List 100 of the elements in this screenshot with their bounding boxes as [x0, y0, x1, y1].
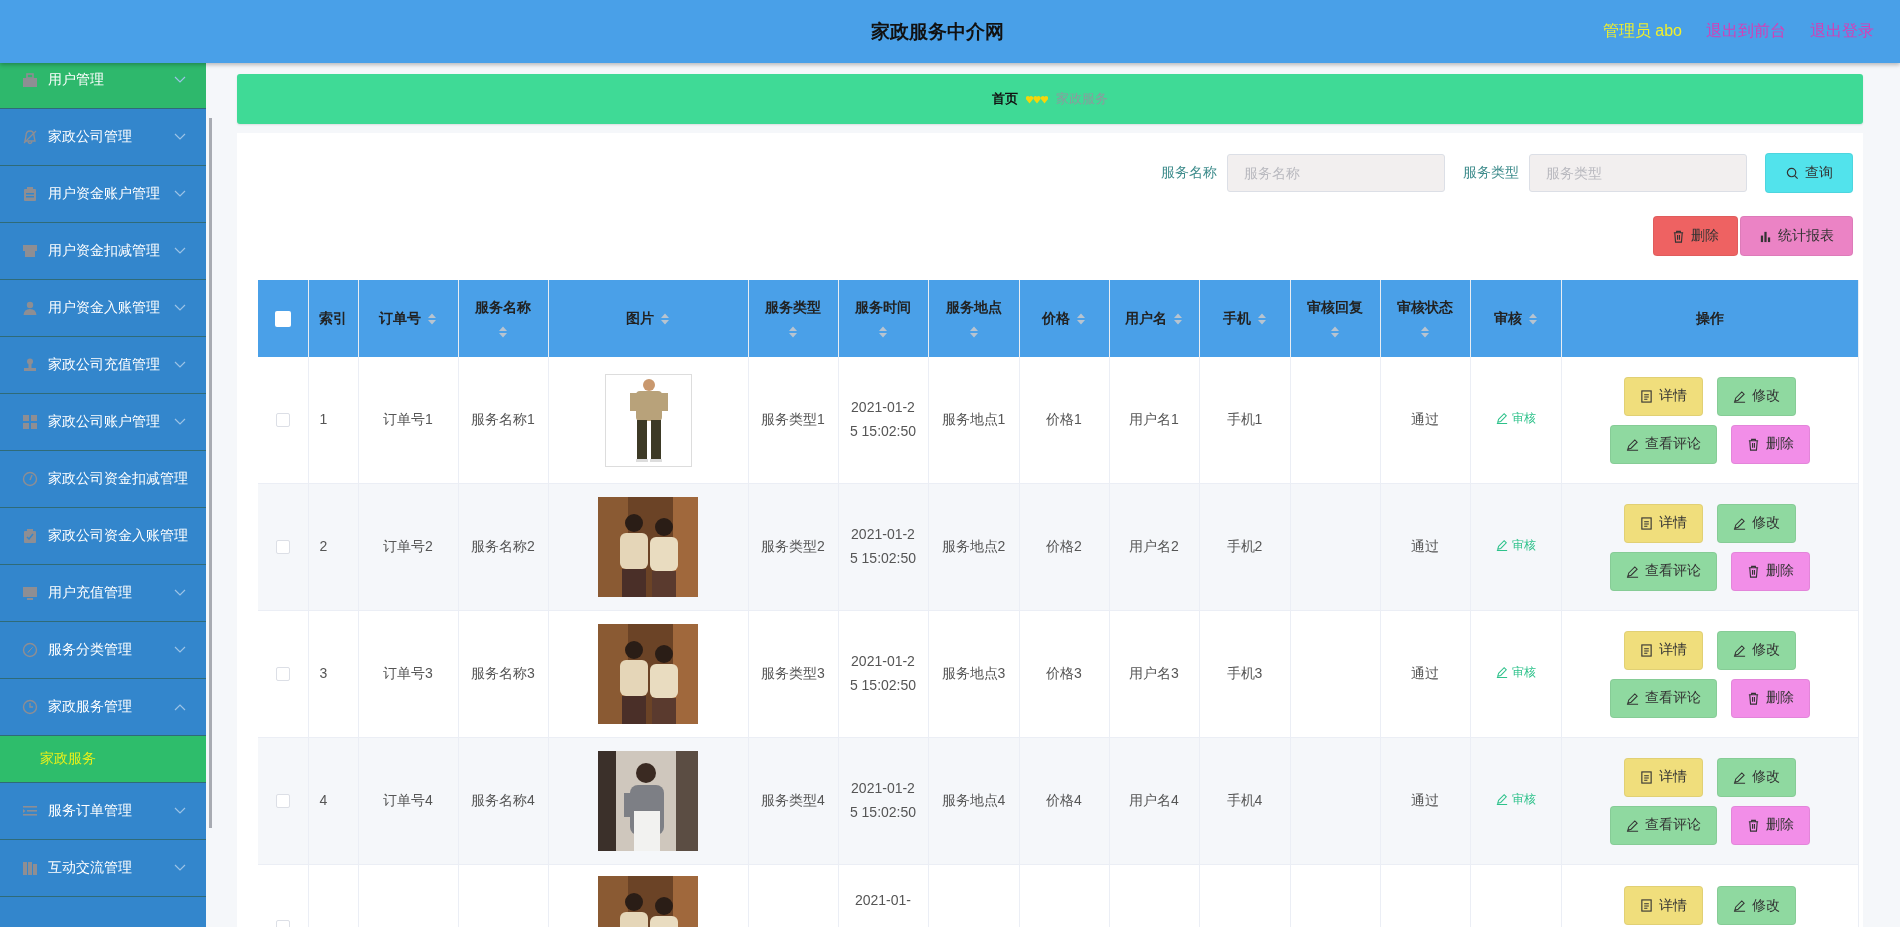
pencil-icon — [1732, 516, 1746, 530]
edit-button[interactable]: 修改 — [1716, 757, 1796, 797]
table-cell: 价格1 — [1046, 411, 1082, 428]
review-link[interactable]: 审核 — [1495, 535, 1536, 556]
table-cell: 服务类型1 — [761, 411, 825, 428]
sort-icon — [498, 324, 508, 339]
details-button[interactable]: 详情 — [1623, 503, 1703, 543]
details-button[interactable]: 详情 — [1623, 757, 1703, 797]
table-cell: 服务名称4 — [471, 792, 535, 809]
review-link[interactable]: 审核 — [1495, 662, 1536, 683]
sidebar-item[interactable]: 家政公司资金入账管理 — [0, 508, 206, 565]
comments-button[interactable]: 查看评论 — [1609, 678, 1717, 718]
pencil-icon — [1732, 899, 1746, 912]
table-cell: 手机4 — [1226, 792, 1263, 809]
sidebar-item[interactable]: 家政公司账户管理 — [0, 394, 206, 451]
sidebar-item[interactable]: 用户资金账户管理 — [0, 166, 206, 223]
sidebar-item[interactable]: 家政公司管理 — [0, 109, 206, 166]
row-checkbox[interactable] — [275, 540, 290, 555]
table-cell: 用户名3 — [1129, 665, 1179, 682]
document-icon — [1639, 770, 1653, 784]
comments-button[interactable]: 查看评论 — [1609, 551, 1717, 591]
search-field[interactable]: 服务类型 — [1529, 154, 1747, 192]
row-checkbox[interactable] — [275, 667, 290, 682]
table-cell: 订单号4 — [383, 792, 433, 809]
delete-button[interactable]: 删除 — [1730, 805, 1810, 845]
trash-icon — [1746, 818, 1760, 832]
pencil-icon — [1625, 437, 1639, 451]
column-header: 审核 — [1493, 309, 1522, 328]
table-cell: 服务地点1 — [941, 411, 1006, 428]
table-cell: 服务地点2 — [941, 538, 1006, 555]
sidebar-item[interactable]: 用户资金入账管理 — [0, 280, 206, 337]
delete-button[interactable]: 删除 — [1653, 216, 1738, 256]
details-button[interactable]: 详情 — [1623, 376, 1703, 416]
document-icon — [1639, 643, 1653, 657]
delete-button[interactable]: 删除 — [1730, 678, 1810, 718]
document-icon — [1639, 516, 1653, 530]
review-link[interactable]: 审核 — [1495, 789, 1536, 810]
sidebar-item[interactable]: 家政公司充值管理 — [0, 337, 206, 394]
grid-icon — [22, 414, 38, 430]
details-button[interactable]: 详情 — [1623, 630, 1703, 670]
sort-icon — [878, 324, 888, 339]
table-cell: 通过 — [1411, 411, 1439, 428]
review-link[interactable]: 审核 — [1495, 408, 1536, 429]
search-field[interactable]: 服务名称 — [1227, 154, 1445, 192]
column-header: 图片 — [626, 309, 654, 328]
gauge-icon — [22, 471, 38, 487]
delete-button[interactable]: 删除 — [1730, 551, 1810, 591]
column-header: 服务类型 — [765, 298, 821, 317]
pencil-icon — [1732, 643, 1746, 657]
book-icon — [22, 860, 38, 876]
stamp-icon — [22, 357, 38, 373]
table-cell: 手机1 — [1226, 411, 1263, 428]
details-button[interactable]: 详情 — [1623, 886, 1703, 925]
sidebar-item[interactable]: 互动交流管理 — [0, 840, 206, 897]
column-header: 订单号 — [379, 309, 421, 328]
sidebar-item[interactable]: 用户管理 — [0, 63, 206, 109]
column-header: 价格 — [1042, 309, 1070, 328]
column-header: 服务时间 — [855, 298, 911, 317]
table-cell: 2021-01-25 15:02:50 — [849, 653, 917, 693]
pencil-icon — [1495, 666, 1508, 679]
comments-button[interactable]: 查看评论 — [1609, 424, 1717, 464]
delete-button[interactable]: 删除 — [1730, 424, 1810, 464]
edit-button[interactable]: 修改 — [1716, 630, 1796, 670]
table-cell: 1 — [319, 411, 328, 428]
sidebar-item[interactable]: 用户充值管理 — [0, 565, 206, 622]
hearts-icon — [1026, 94, 1048, 104]
report-button[interactable]: 统计报表 — [1740, 216, 1853, 256]
query-button[interactable]: 查询 — [1765, 153, 1853, 193]
edit-button[interactable]: 修改 — [1716, 886, 1796, 925]
table-cell: 2021-01-25 15:02:50 — [849, 526, 917, 566]
table-cell: 价格4 — [1046, 792, 1082, 809]
table-cell: 3 — [319, 665, 328, 682]
trash-icon — [1746, 437, 1760, 451]
select-all-checkbox[interactable] — [274, 311, 291, 328]
sidebar-item[interactable]: 服务订单管理 — [0, 783, 206, 840]
table-cell: 通过 — [1411, 665, 1439, 682]
sort-icon — [1256, 311, 1267, 326]
breadcrumb-link[interactable]: 首页 — [992, 90, 1018, 108]
table-cell: 通过 — [1411, 792, 1439, 809]
row-checkbox[interactable] — [275, 794, 290, 809]
column-header: 用户名 — [1125, 309, 1167, 328]
table-cell: 订单号1 — [383, 411, 433, 428]
sidebar-item[interactable]: 用户资金扣减管理 — [0, 223, 206, 280]
comments-button[interactable]: 查看评论 — [1609, 805, 1717, 845]
sort-icon — [1420, 324, 1430, 339]
sidebar-item[interactable]: 家政公司资金扣减管理 — [0, 451, 206, 508]
site-title: 家政服务中介网 — [869, 19, 1005, 44]
sidebar-item[interactable]: 服务分类管理 — [0, 622, 206, 679]
table-cell: 2021-01-25 15:02:50 — [849, 780, 917, 820]
table-cell: 手机2 — [1226, 538, 1263, 555]
admin-name: 管理员 abo — [1602, 21, 1682, 41]
row-checkbox[interactable] — [275, 413, 290, 428]
column-header: 索引 — [319, 309, 347, 328]
sort-icon — [427, 311, 437, 326]
edit-button[interactable]: 修改 — [1716, 503, 1796, 543]
pencil-icon — [1495, 539, 1508, 552]
edit-button[interactable]: 修改 — [1716, 376, 1796, 416]
sort-icon — [788, 324, 798, 339]
list-icon — [22, 803, 38, 819]
scrollbar-thumb[interactable] — [209, 118, 212, 828]
